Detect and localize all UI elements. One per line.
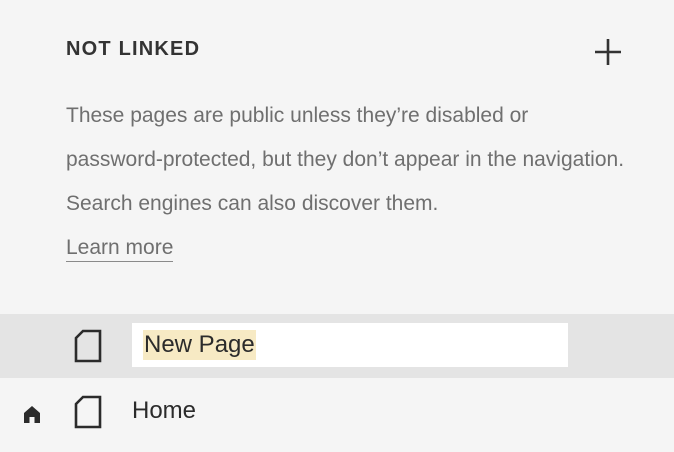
section-description: These pages are public unless they’re di… <box>66 94 626 270</box>
page-icon <box>73 394 103 430</box>
add-page-button[interactable] <box>592 36 624 68</box>
not-linked-panel: NOT LINKED These pages are public unless… <box>0 0 674 452</box>
page-icon <box>73 328 103 364</box>
page-label-home: Home <box>132 397 197 424</box>
section-title: NOT LINKED <box>66 38 201 60</box>
home-icon <box>22 404 42 424</box>
description-text: These pages are public unless they’re di… <box>66 104 625 215</box>
page-name-input[interactable]: New Page <box>132 323 568 367</box>
learn-more-link[interactable]: Learn more <box>66 236 174 262</box>
page-row-new-page[interactable]: New Page <box>0 314 674 378</box>
plus-icon <box>595 39 621 65</box>
section-header: NOT LINKED <box>66 36 626 65</box>
page-row-home[interactable]: Home <box>0 380 674 446</box>
page-name-input-value: New Page <box>143 330 256 360</box>
